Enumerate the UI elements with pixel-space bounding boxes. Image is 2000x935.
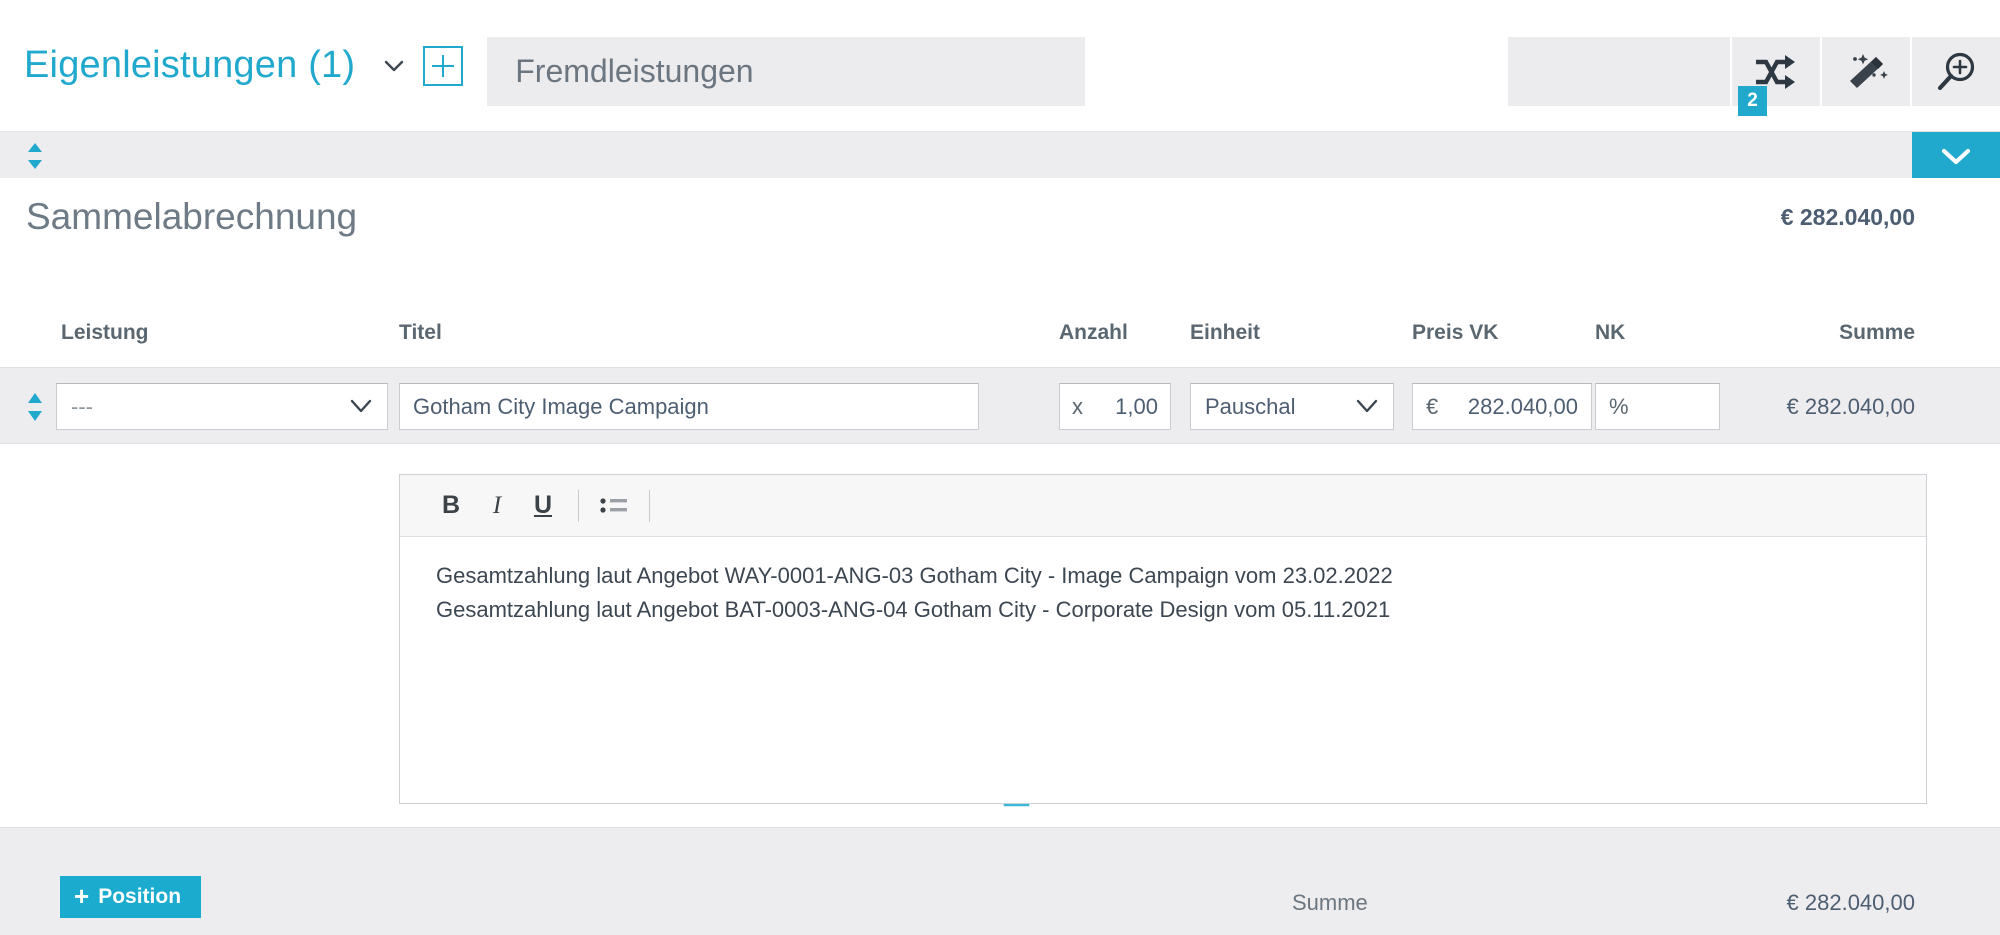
tool-strip-blank: [1508, 37, 1732, 106]
collapse-chevron-button[interactable]: [1912, 132, 2000, 179]
column-header-preis-vk: Preis VK: [1412, 321, 1499, 344]
row-summe-value: € 282.040,00: [1786, 394, 1915, 419]
column-header-titel: Titel: [399, 321, 442, 344]
preis-currency-symbol: €: [1426, 393, 1439, 419]
plus-icon: +: [74, 881, 90, 911]
tab-fremdleistungen[interactable]: Fremdleistungen: [487, 37, 1086, 106]
column-header-einheit: Einheit: [1190, 321, 1261, 344]
table-row: --- x 1,00 Pauschal: [0, 367, 2000, 807]
anzahl-value: 1,00: [1115, 393, 1158, 419]
titel-input[interactable]: [413, 393, 965, 420]
page-title: Sammelabrechnung: [26, 196, 358, 237]
bold-button[interactable]: B: [428, 483, 474, 529]
toolbar-divider: [578, 489, 579, 522]
table-column-headers: Leistung Titel Anzahl Einheit Preis VK N…: [0, 321, 2000, 367]
chevron-down-icon[interactable]: [381, 53, 407, 79]
description-editor: B I U Gesamtzahlung laut Angebot WAY-000…: [399, 474, 1927, 804]
leistung-select[interactable]: ---: [56, 383, 388, 430]
row-drag-handle-icon[interactable]: [24, 391, 46, 423]
titel-input-wrap[interactable]: [399, 383, 979, 430]
tool-strip: 2: [1508, 37, 2000, 116]
shuffle-badge-count: 2: [1738, 86, 1767, 116]
tab-eigenleistungen-label: Eigenleistungen (1): [24, 44, 356, 86]
preis-vk-input-wrap[interactable]: € 282.040,00: [1412, 383, 1592, 430]
bullet-list-button[interactable]: [591, 483, 637, 529]
bullet-list-icon: [600, 497, 627, 513]
invoice-positions-panel: Eigenleistungen (1) Fremdleistungen 2 Sa…: [0, 0, 2000, 935]
add-position-label: Position: [98, 885, 182, 908]
nk-suffix: %: [1609, 393, 1629, 419]
footer-summe-label: Summe: [1292, 890, 1368, 915]
column-header-summe: Summe: [1839, 321, 1915, 344]
footer-summe-value: € 282.040,00: [1786, 890, 1915, 915]
table-footer: [0, 827, 2000, 935]
shuffle-button[interactable]: 2: [1732, 37, 1822, 116]
column-header-nk: NK: [1595, 321, 1626, 344]
preis-vk-value: 282.040,00: [1467, 393, 1578, 419]
zoom-in-icon: [1937, 52, 1975, 90]
document-total: € 282.040,00: [1780, 203, 1915, 230]
italic-button[interactable]: I: [474, 483, 520, 529]
einheit-select[interactable]: Pauschal: [1190, 383, 1394, 430]
chevron-down-icon: [349, 394, 373, 420]
nk-input-wrap[interactable]: %: [1595, 383, 1720, 430]
underline-button[interactable]: U: [520, 483, 566, 529]
editor-toolbar: B I U: [400, 475, 1926, 537]
anzahl-input-wrap[interactable]: x 1,00: [1059, 383, 1171, 430]
chevron-down-icon: [1355, 394, 1379, 420]
collapse-bar: [0, 131, 2000, 179]
add-position-button[interactable]: + Position: [60, 876, 202, 918]
leistung-select-value: ---: [71, 393, 93, 419]
editor-line: Gesamtzahlung laut Angebot BAT-0003-ANG-…: [436, 597, 1391, 622]
tab-eigenleistungen[interactable]: Eigenleistungen (1): [0, 0, 464, 131]
magic-wand-button[interactable]: [1822, 37, 1912, 106]
tab-bar-spacer: [1085, 0, 1508, 131]
sort-updown-icon[interactable]: [24, 141, 46, 171]
plus-box-icon[interactable]: [423, 45, 464, 86]
chevron-down-icon: [1941, 148, 1971, 164]
einheit-select-value: Pauschal: [1205, 393, 1296, 419]
zoom-in-button[interactable]: [1912, 37, 2000, 106]
tab-fremdleistungen-label: Fremdleistungen: [515, 53, 754, 89]
document-header: Sammelabrechnung € 282.040,00: [0, 178, 2000, 256]
editor-line: Gesamtzahlung laut Angebot WAY-0001-ANG-…: [436, 563, 1393, 588]
anzahl-prefix: x: [1072, 393, 1083, 419]
magic-wand-icon: [1850, 53, 1888, 88]
column-header-anzahl: Anzahl: [1059, 321, 1128, 344]
column-header-leistung: Leistung: [61, 321, 149, 344]
editor-body[interactable]: Gesamtzahlung laut Angebot WAY-0001-ANG-…: [400, 537, 1926, 627]
tab-bar: Eigenleistungen (1) Fremdleistungen 2: [0, 0, 2000, 131]
toolbar-divider: [649, 489, 650, 522]
